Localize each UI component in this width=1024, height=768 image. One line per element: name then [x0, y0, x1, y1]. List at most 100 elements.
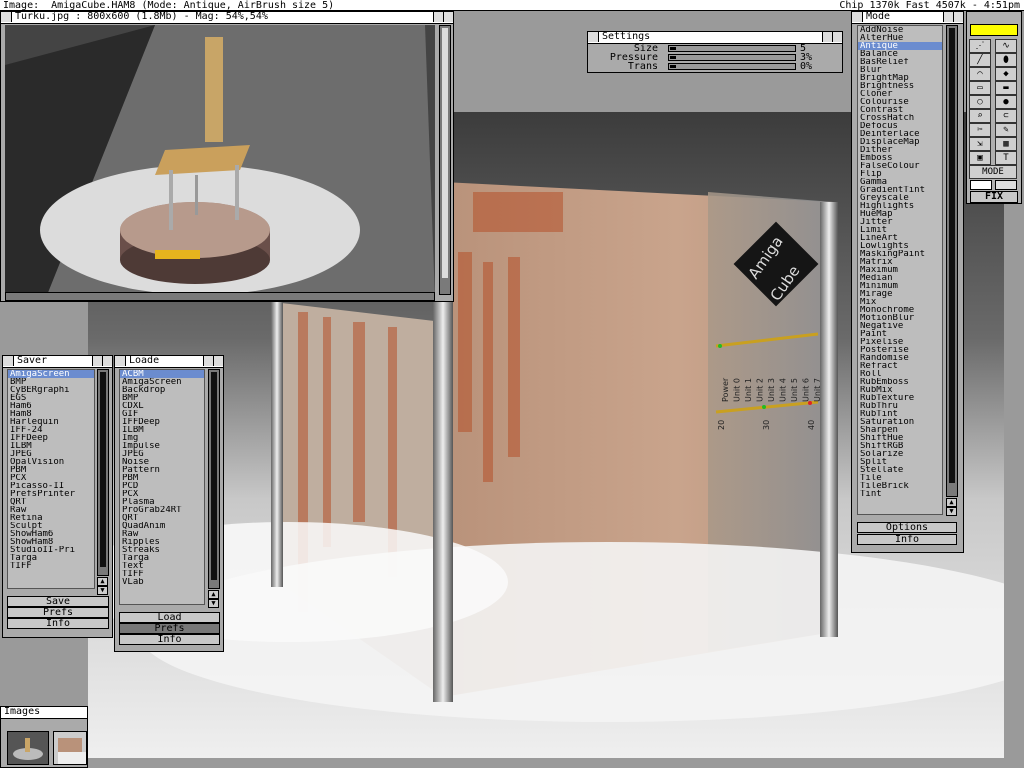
loader-list-item[interactable]: QRT: [120, 514, 204, 522]
saver-list-item[interactable]: OpalVision: [8, 458, 94, 466]
palette-button[interactable]: [995, 180, 1017, 190]
arc-icon[interactable]: ⌒: [969, 67, 991, 81]
mode-list-item[interactable]: Monochrome: [858, 306, 942, 314]
scroll-up-arrow-icon[interactable]: ▲: [97, 577, 108, 586]
loader-list-item[interactable]: Img: [120, 434, 204, 442]
mode-list-item[interactable]: CrossHatch: [858, 114, 942, 122]
mode-list-item[interactable]: Defocus: [858, 122, 942, 130]
mode-list-item[interactable]: Mix: [858, 298, 942, 306]
loader-list-item[interactable]: ILBM: [120, 426, 204, 434]
loader-list-item[interactable]: Text: [120, 562, 204, 570]
mode-list-item[interactable]: BrightMap: [858, 74, 942, 82]
mode-list-item[interactable]: Median: [858, 274, 942, 282]
mode-list-item[interactable]: MotionBlur: [858, 314, 942, 322]
preview-horizontal-scrollbar[interactable]: [5, 292, 435, 301]
mode-list-item[interactable]: Minimum: [858, 282, 942, 290]
loader-list-item[interactable]: Streaks: [120, 546, 204, 554]
loader-list-item[interactable]: PCX: [120, 490, 204, 498]
text-icon[interactable]: T: [995, 151, 1017, 165]
mode-list-item[interactable]: Lowlights: [858, 242, 942, 250]
saver-list-item[interactable]: CyBERgraphi: [8, 386, 94, 394]
scroll-down-arrow-icon[interactable]: ▼: [208, 599, 219, 608]
preview-vertical-scrollbar[interactable]: [439, 25, 451, 295]
mode-list-item[interactable]: Negative: [858, 322, 942, 330]
image-thumbnail-amigacube[interactable]: [53, 731, 87, 765]
image-thumbnail-turku[interactable]: [7, 731, 49, 765]
loader-list-item[interactable]: Impulse: [120, 442, 204, 450]
mode-list-item[interactable]: Tint: [858, 490, 942, 498]
loader-list-item[interactable]: GIF: [120, 410, 204, 418]
mode-list-item[interactable]: ShiftHue: [858, 434, 942, 442]
saver-list[interactable]: AmigaScreen BMP CyBERgraphi EGS Ham6 Ham8 Harl…: [7, 369, 95, 589]
saver-prefs-button[interactable]: Prefs: [7, 607, 109, 618]
loader-window[interactable]: Loade ACBM AmigaScreen Backdrop BMP CDXL GIF I…: [114, 355, 224, 652]
mode-list-item[interactable]: HueMap: [858, 210, 942, 218]
loader-list-item[interactable]: PBM: [120, 474, 204, 482]
loader-list-item[interactable]: CDXL: [120, 402, 204, 410]
loader-list-item[interactable]: Targa: [120, 554, 204, 562]
close-gadget[interactable]: [588, 32, 599, 42]
loader-list-item[interactable]: Raw: [120, 530, 204, 538]
close-gadget[interactable]: [3, 356, 14, 366]
saver-list-item[interactable]: JPEG: [8, 450, 94, 458]
brush-icon[interactable]: ⇲: [969, 137, 991, 151]
mode-list-item[interactable]: ShiftRGB: [858, 442, 942, 450]
depth-gadget[interactable]: [443, 12, 453, 22]
mode-list-item[interactable]: Brightness: [858, 82, 942, 90]
zoom-gadget[interactable]: [433, 12, 443, 22]
curve-icon[interactable]: ∿: [995, 39, 1017, 53]
mode-list-item[interactable]: RubMix: [858, 386, 942, 394]
mode-list-item[interactable]: Roll: [858, 370, 942, 378]
close-gadget[interactable]: [1, 12, 12, 22]
saver-list-item[interactable]: AmigaScreen: [8, 370, 94, 378]
mode-list-item[interactable]: DisplaceMap: [858, 138, 942, 146]
mode-list-item[interactable]: Saturation: [858, 418, 942, 426]
images-title-bar[interactable]: Images: [1, 707, 87, 719]
mode-title-bar[interactable]: Mode: [852, 12, 963, 24]
grid-icon[interactable]: ▦: [995, 137, 1017, 151]
fix-button[interactable]: FIX: [970, 191, 1018, 203]
depth-gadget[interactable]: [102, 356, 112, 366]
loader-list-item[interactable]: IFFDeep: [120, 418, 204, 426]
mode-options-button[interactable]: Options: [857, 522, 957, 533]
loader-list-item[interactable]: QuadAnim: [120, 522, 204, 530]
pressure-slider[interactable]: [668, 54, 796, 61]
mode-list-item[interactable]: AddNoise: [858, 26, 942, 34]
scroll-up-arrow-icon[interactable]: ▲: [946, 498, 957, 507]
loader-list-item[interactable]: VLab: [120, 578, 204, 586]
scroll-down-arrow-icon[interactable]: ▼: [97, 586, 108, 595]
mode-list-item[interactable]: RubThru: [858, 402, 942, 410]
mode-scrollbar[interactable]: [946, 25, 958, 497]
mode-list-item[interactable]: Colourise: [858, 98, 942, 106]
fill-icon[interactable]: ◆: [995, 67, 1017, 81]
mode-window[interactable]: Mode AddNoise AlterHue Antique Balance BasRe…: [851, 11, 964, 553]
close-gadget[interactable]: [115, 356, 126, 366]
mode-scroll-knob[interactable]: [949, 28, 955, 483]
zoom-gadget[interactable]: [203, 356, 213, 366]
mode-list-item[interactable]: Sharpen: [858, 426, 942, 434]
saver-list-item[interactable]: ShowHam6: [8, 530, 94, 538]
zoom-gadget[interactable]: [822, 32, 832, 42]
mode-list-item[interactable]: Randomise: [858, 354, 942, 362]
preview-vertical-knob[interactable]: [442, 28, 448, 278]
loader-list-item[interactable]: JPEG: [120, 450, 204, 458]
line-icon[interactable]: ╱: [969, 53, 991, 67]
loader-info-button[interactable]: Info: [119, 634, 220, 645]
mode-list-item[interactable]: RubTint: [858, 410, 942, 418]
loader-list-item[interactable]: Plasma: [120, 498, 204, 506]
mode-info-button[interactable]: Info: [857, 534, 957, 545]
loader-title-bar[interactable]: Loade: [115, 356, 223, 368]
zoom-gadget[interactable]: [943, 12, 953, 22]
mode-list-item[interactable]: Highlights: [858, 202, 942, 210]
scissors-icon[interactable]: ✂: [969, 123, 991, 137]
mode-list-item[interactable]: Flip: [858, 170, 942, 178]
mode-list-item[interactable]: GradientTint: [858, 186, 942, 194]
mode-list-item[interactable]: Limit: [858, 226, 942, 234]
mode-list-item[interactable]: Mirage: [858, 290, 942, 298]
loader-list-item[interactable]: AmigaScreen: [120, 378, 204, 386]
saver-list-item[interactable]: Harlequin: [8, 418, 94, 426]
preview-window[interactable]: Turku.jpg : 800x600 (1.8Mb) - Mag: 54%,5…: [0, 11, 454, 302]
saver-list-item[interactable]: QRT: [8, 498, 94, 506]
mode-list-item[interactable]: Pixelise: [858, 338, 942, 346]
mode-list-item[interactable]: Blur: [858, 66, 942, 74]
